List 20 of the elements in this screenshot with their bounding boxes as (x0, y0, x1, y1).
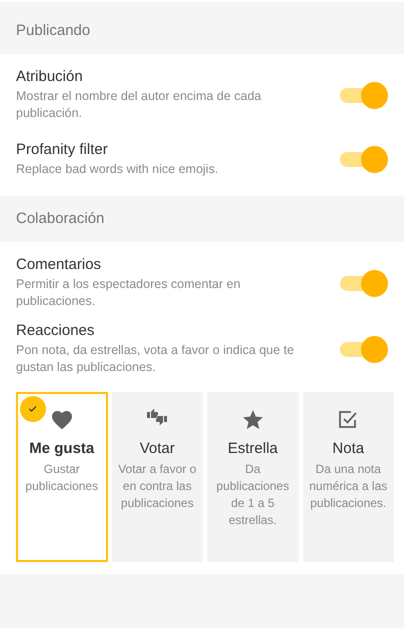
reaction-card[interactable]: Votar Votar a favor o en contra las publicaciones (112, 392, 203, 562)
setting-description: Mostrar el nombre del autor encima de cada publicación. (16, 88, 262, 122)
check-icon (20, 396, 46, 422)
toggle-switch[interactable] (338, 269, 390, 297)
toggle-switch[interactable] (338, 81, 390, 109)
toggle-switch[interactable] (338, 335, 390, 363)
setting-title: Profanity filter (16, 140, 109, 158)
heart-icon (50, 408, 74, 432)
setting-title: Comentarios (16, 256, 102, 273)
setting-title: Atribución (16, 68, 84, 85)
section-header: Colaboración (15, 209, 106, 229)
toggle-switch[interactable] (338, 145, 390, 173)
setting-description: Permitir a los espectadores comentar en publicaciones. (16, 276, 242, 310)
reaction-card[interactable]: Nota Da una nota numérica a las publicaciones. (302, 392, 394, 562)
reaction-card[interactable]: Estrella Da publicaciones de 1 a 5 estrellas. (207, 392, 298, 562)
setting-title: Reacciones (16, 322, 96, 339)
reaction-card[interactable]: Me gusta Gustar publicaciones (16, 392, 108, 562)
setting-description: Replace bad words with nice emojis. (16, 160, 220, 178)
section-header: Publicando (15, 21, 92, 41)
setting-description: Pon nota, da estrellas, vota a favor o indica que te gustan las publicaciones. (16, 342, 295, 376)
